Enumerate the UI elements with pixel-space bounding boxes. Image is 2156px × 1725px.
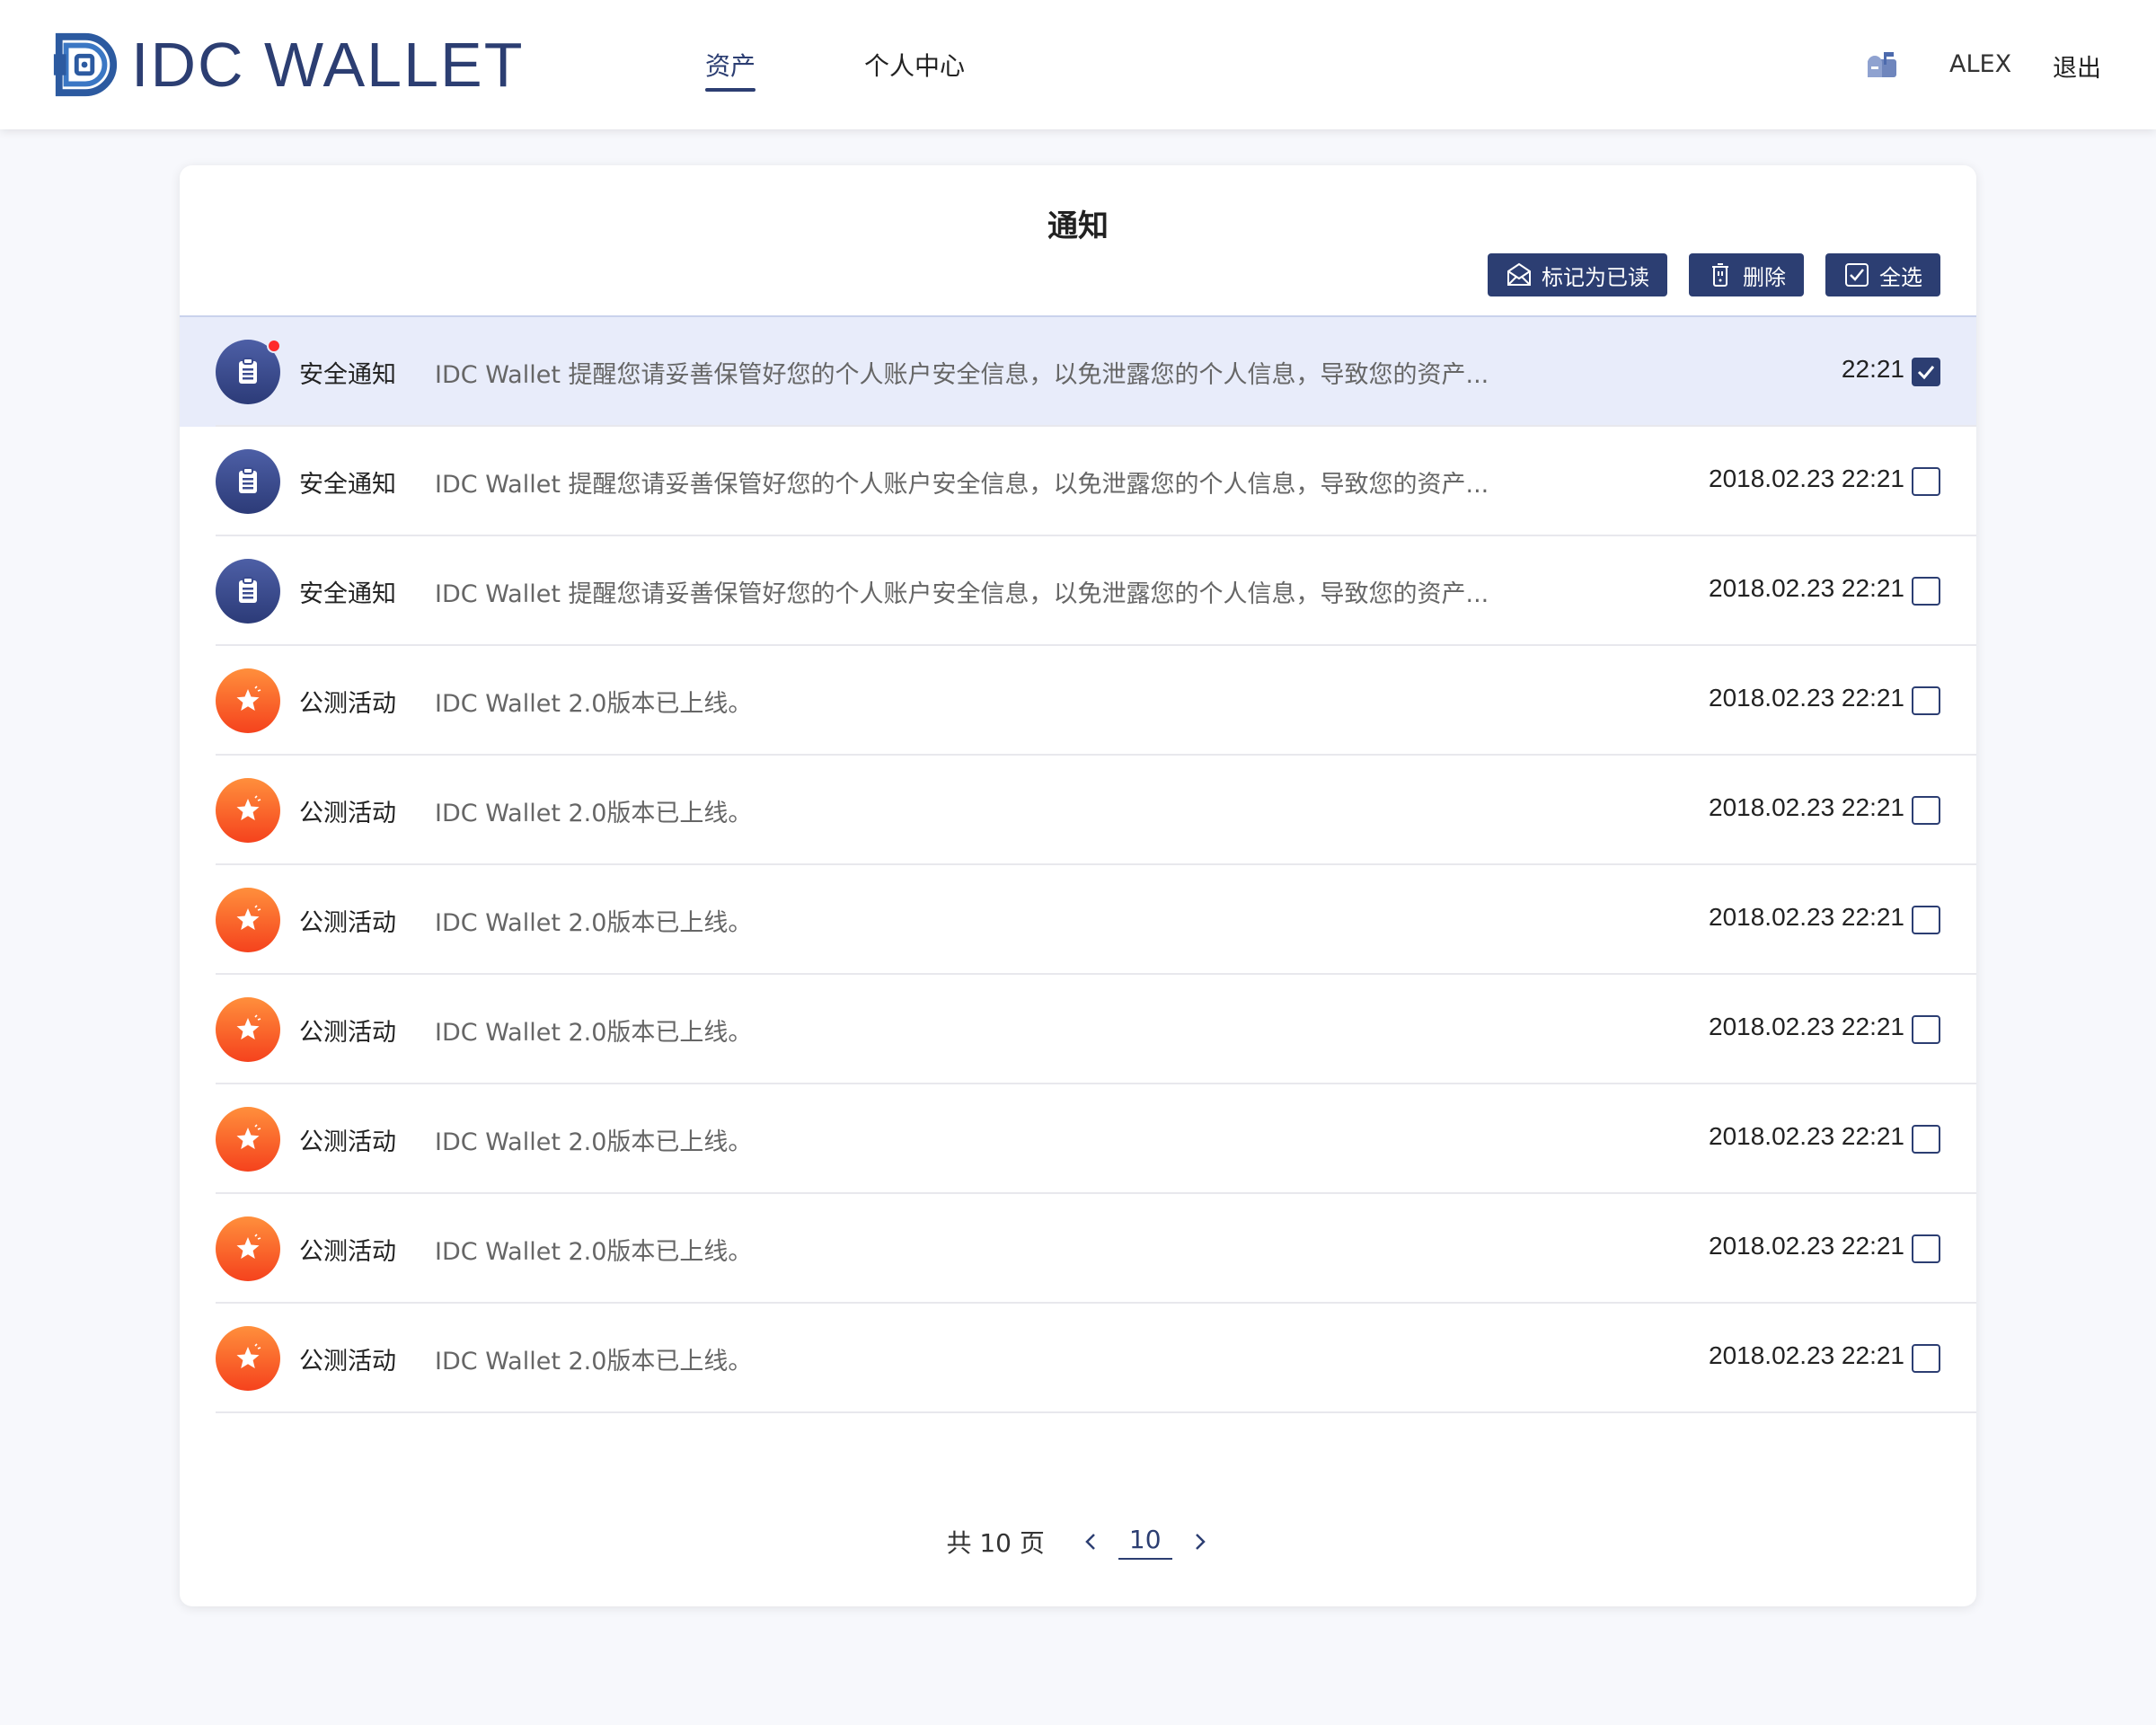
brand-logo[interactable]: IDC WALLET: [50, 27, 524, 102]
notification-row[interactable]: 公测活动 IDC Wallet 2.0版本已上线。 2018.02.23 22:…: [180, 756, 1976, 865]
username: ALEX: [1949, 50, 2012, 78]
mark-read-button[interactable]: 标记为已读: [1488, 253, 1667, 296]
notification-type: 公测活动: [299, 1348, 396, 1376]
notification-type: 公测活动: [299, 909, 396, 937]
notification-type: 公测活动: [299, 690, 396, 718]
notification-content[interactable]: IDC Wallet 2.0版本已上线。: [435, 1341, 752, 1376]
star-icon: [236, 905, 261, 930]
notification-time: 2018.02.23 22:21: [1709, 1341, 1904, 1369]
logo-text: IDC WALLET: [131, 30, 525, 100]
prev-page-icon[interactable]: [1081, 1531, 1102, 1552]
pagination: 共 10 页 10: [180, 1522, 1976, 1561]
logout-button[interactable]: 退出: [2053, 49, 2101, 84]
star-icon: [236, 1014, 261, 1039]
row-checkbox[interactable]: [1912, 1015, 1940, 1044]
notification-time: 2018.02.23 22:21: [1709, 574, 1904, 602]
notification-time: 2018.02.23 22:21: [1709, 1013, 1904, 1040]
notification-type: 公测活动: [299, 1019, 396, 1047]
notification-type: 公测活动: [299, 1128, 396, 1156]
notification-time: 2018.02.23 22:21: [1709, 903, 1904, 931]
notification-type: 公测活动: [299, 1238, 396, 1266]
notification-time: 2018.02.23 22:21: [1709, 464, 1904, 492]
notification-toolbar: 标记为已读 删除 全选: [1488, 253, 1940, 296]
page-title: 通知: [1047, 208, 1109, 244]
row-checkbox[interactable]: [1912, 906, 1940, 934]
notification-type: 安全通知: [299, 361, 396, 389]
checkbox-checked-icon: [1845, 263, 1869, 287]
idc-logo-icon: [53, 32, 118, 97]
notification-content[interactable]: IDC Wallet 2.0版本已上线。: [435, 1013, 752, 1048]
row-checkbox[interactable]: [1912, 358, 1940, 386]
star-icon: [236, 686, 261, 711]
mailbox-icon[interactable]: [1864, 47, 1900, 83]
notification-content[interactable]: IDC Wallet 提醒您请妥善保管好您的个人账户安全信息，以免泄露您的个人信…: [435, 355, 1489, 390]
mark-read-label: 标记为已读: [1542, 264, 1649, 290]
notification-row[interactable]: 安全通知 IDC Wallet 提醒您请妥善保管好您的个人账户安全信息，以免泄露…: [180, 427, 1976, 536]
next-page-icon[interactable]: [1188, 1531, 1210, 1552]
row-checkbox[interactable]: [1912, 1125, 1940, 1154]
row-checkbox[interactable]: [1912, 686, 1940, 715]
star-icon: [236, 1343, 261, 1368]
notification-type-avatar: [216, 778, 280, 843]
notification-content[interactable]: IDC Wallet 2.0版本已上线。: [435, 684, 752, 719]
notification-row[interactable]: 安全通知 IDC Wallet 提醒您请妥善保管好您的个人账户安全信息，以免泄露…: [180, 317, 1976, 427]
notification-content[interactable]: IDC Wallet 2.0版本已上线。: [435, 1122, 752, 1157]
notification-content[interactable]: IDC Wallet 2.0版本已上线。: [435, 793, 752, 828]
star-icon: [236, 1234, 261, 1259]
nav-personal-center[interactable]: 个人中心: [864, 47, 965, 92]
row-divider: [216, 1411, 1976, 1413]
row-checkbox[interactable]: [1912, 1234, 1940, 1263]
clipboard-icon: [239, 467, 257, 493]
row-checkbox[interactable]: [1912, 796, 1940, 825]
notification-type: 公测活动: [299, 800, 396, 827]
notification-type-avatar: [216, 1216, 280, 1281]
notification-time: 2018.02.23 22:21: [1709, 684, 1904, 712]
notification-row[interactable]: 公测活动 IDC Wallet 2.0版本已上线。 2018.02.23 22:…: [180, 1084, 1976, 1194]
notification-content[interactable]: IDC Wallet 提醒您请妥善保管好您的个人账户安全信息，以免泄露您的个人信…: [435, 464, 1489, 500]
row-checkbox[interactable]: [1912, 577, 1940, 606]
notification-row[interactable]: 公测活动 IDC Wallet 2.0版本已上线。 2018.02.23 22:…: [180, 975, 1976, 1084]
notification-content[interactable]: IDC Wallet 2.0版本已上线。: [435, 1232, 752, 1267]
notification-time: 2018.02.23 22:21: [1709, 1232, 1904, 1260]
row-checkbox[interactable]: [1912, 467, 1940, 496]
notification-type-avatar: [216, 559, 280, 624]
clipboard-icon: [239, 577, 257, 603]
notification-content[interactable]: IDC Wallet 提醒您请妥善保管好您的个人账户安全信息，以免泄露您的个人信…: [435, 574, 1489, 609]
notification-row[interactable]: 公测活动 IDC Wallet 2.0版本已上线。 2018.02.23 22:…: [180, 646, 1976, 756]
notification-type-avatar: [216, 888, 280, 952]
unread-dot: [267, 339, 281, 353]
notification-type-avatar: [216, 1326, 280, 1391]
notification-time: 2018.02.23 22:21: [1709, 793, 1904, 821]
select-all-button[interactable]: 全选: [1825, 253, 1940, 296]
notification-type-avatar: [216, 997, 280, 1062]
notification-row[interactable]: 公测活动 IDC Wallet 2.0版本已上线。 2018.02.23 22:…: [180, 865, 1976, 975]
notification-type-avatar: [216, 449, 280, 514]
notification-type-avatar: [216, 1107, 280, 1172]
notification-type-avatar: [216, 668, 280, 733]
notification-type: 安全通知: [299, 580, 396, 608]
notification-content[interactable]: IDC Wallet 2.0版本已上线。: [435, 903, 752, 938]
star-icon: [236, 795, 261, 820]
page-total: 共 10 页: [946, 1528, 1045, 1558]
notification-list: 安全通知 IDC Wallet 提醒您请妥善保管好您的个人账户安全信息，以免泄露…: [180, 317, 1976, 1413]
nav-assets[interactable]: 资产: [705, 47, 756, 92]
notification-type: 安全通知: [299, 471, 396, 499]
select-all-label: 全选: [1879, 264, 1922, 290]
trash-icon: [1712, 263, 1728, 287]
notification-row[interactable]: 公测活动 IDC Wallet 2.0版本已上线。 2018.02.23 22:…: [180, 1304, 1976, 1413]
current-page[interactable]: 10: [1118, 1525, 1172, 1560]
delete-label: 删除: [1743, 264, 1786, 290]
row-checkbox[interactable]: [1912, 1344, 1940, 1373]
notification-row[interactable]: 安全通知 IDC Wallet 提醒您请妥善保管好您的个人账户安全信息，以免泄露…: [180, 536, 1976, 646]
notification-row[interactable]: 公测活动 IDC Wallet 2.0版本已上线。 2018.02.23 22:…: [180, 1194, 1976, 1304]
checkmark-icon: [1917, 366, 1935, 380]
top-navigation-bar: IDC WALLET 资产 个人中心 ALEX 退出: [0, 0, 2156, 129]
delete-button[interactable]: 删除: [1689, 253, 1804, 296]
clipboard-icon: [239, 358, 257, 384]
notification-panel: 通知 标记为已读 删除 全选 安全通知 IDC Wallet 提醒您请妥善保管好…: [180, 165, 1976, 1606]
notification-time: 2018.02.23 22:21: [1709, 1122, 1904, 1150]
notification-time: 22:21: [1841, 355, 1904, 383]
envelope-open-icon: [1507, 262, 1531, 286]
star-icon: [236, 1124, 261, 1149]
